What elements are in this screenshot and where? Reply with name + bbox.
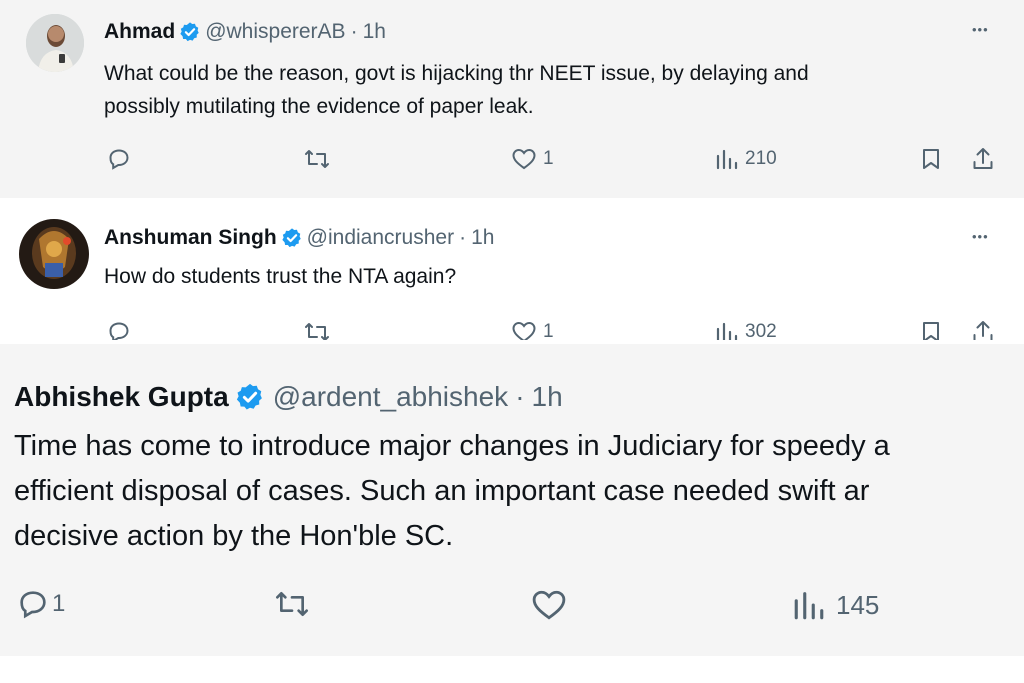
bookmark-icon <box>923 149 939 169</box>
verified-badge-icon <box>282 228 301 248</box>
timestamp[interactable]: 1h <box>471 226 494 250</box>
author-name[interactable]: Anshuman Singh <box>104 226 277 250</box>
share-button[interactable] <box>971 146 995 172</box>
like-button[interactable]: 1 <box>511 320 554 340</box>
author-name[interactable]: Abhishek Gupta <box>14 381 229 413</box>
heart-icon <box>512 321 536 340</box>
like-count: 1 <box>543 148 554 169</box>
tweet-text: How do students trust the NTA again? <box>104 260 456 293</box>
tweet-text-line: How do students trust the NTA again? <box>104 265 457 288</box>
verified-badge-icon <box>180 22 199 42</box>
reply-icon <box>109 149 129 170</box>
heart-icon <box>512 148 536 170</box>
tweet-text-line: What could be the reason, govt is hijack… <box>104 62 809 85</box>
reply-button[interactable]: 1 <box>16 588 65 620</box>
views-button[interactable]: 302 <box>715 320 777 340</box>
timestamp[interactable]: 1h <box>363 20 386 44</box>
bookmark-button[interactable] <box>920 320 942 340</box>
views-button[interactable]: 145 <box>792 588 879 622</box>
more-options-icon[interactable]: ••• <box>972 229 989 244</box>
analytics-icon <box>716 149 738 170</box>
reply-count: 1 <box>52 590 66 617</box>
share-icon <box>973 148 993 169</box>
repost-button[interactable] <box>303 147 331 171</box>
author-name[interactable]: Ahmad <box>104 20 175 44</box>
repost-icon <box>305 150 329 168</box>
more-options-icon[interactable]: ••• <box>972 22 989 37</box>
reply-icon <box>109 322 129 340</box>
repost-button[interactable] <box>272 588 312 620</box>
bookmark-icon <box>923 322 939 340</box>
repost-button[interactable] <box>303 320 331 340</box>
avatar-ahmad[interactable] <box>26 14 84 72</box>
author-handle[interactable]: @indiancrusher <box>307 226 454 250</box>
tweet-card-abhishek[interactable]: Abhishek Gupta @ardent_abhishek · 1h Tim… <box>0 344 1024 656</box>
tweet-text: Time has come to introduce major changes… <box>14 424 890 559</box>
reply-icon <box>20 591 46 619</box>
views-button[interactable]: 210 <box>715 147 777 171</box>
separator-dot: · <box>515 381 525 412</box>
reply-button[interactable] <box>107 147 131 171</box>
tweet-card-ahmad[interactable]: Ahmad @whispererAB · 1h ••• What could b… <box>0 0 1024 198</box>
share-icon <box>973 321 993 340</box>
bookmark-button[interactable] <box>920 147 942 171</box>
tweet-text-line: Time has come to introduce major changes… <box>14 430 890 462</box>
view-count: 302 <box>745 321 777 340</box>
repost-icon <box>305 323 329 340</box>
like-button[interactable] <box>530 588 568 622</box>
tweet-card-anshuman[interactable]: Anshuman Singh @indiancrusher · 1h ••• H… <box>0 198 1024 340</box>
like-count: 1 <box>543 321 554 340</box>
author-handle[interactable]: @whispererAB <box>205 20 345 44</box>
author-handle[interactable]: @ardent_abhishek <box>273 381 508 413</box>
view-count: 145 <box>836 589 880 620</box>
separator-dot: · <box>350 20 358 43</box>
tweet-text: What could be the reason, govt is hijack… <box>104 57 809 123</box>
reply-button[interactable] <box>107 320 131 340</box>
tweet-text-line: efficient disposal of cases. Such an imp… <box>14 475 870 507</box>
tweet-text-line: possibly mutilating the evidence of pape… <box>104 95 534 118</box>
repost-icon <box>276 592 308 616</box>
avatar-anshuman[interactable] <box>19 219 89 289</box>
separator-dot: · <box>459 226 467 249</box>
analytics-icon <box>794 592 824 620</box>
heart-icon <box>532 590 566 620</box>
verified-badge-icon <box>236 383 262 410</box>
tweet-text-line: decisive action by the Hon'ble SC. <box>14 520 454 552</box>
bottom-margin <box>0 656 1024 683</box>
view-count: 210 <box>745 148 777 169</box>
share-button[interactable] <box>971 319 995 340</box>
timestamp[interactable]: 1h <box>532 381 563 413</box>
like-button[interactable]: 1 <box>511 147 554 171</box>
analytics-icon <box>716 322 738 340</box>
